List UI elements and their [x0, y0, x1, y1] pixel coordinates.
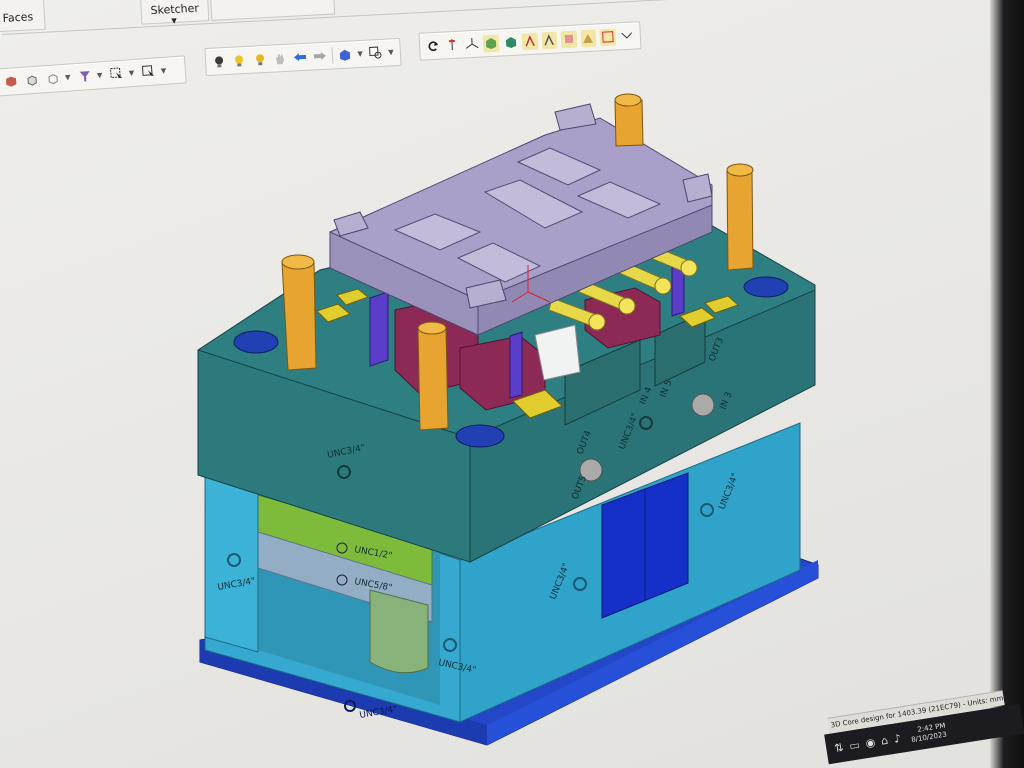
- settings-icon[interactable]: ⌂: [880, 733, 889, 747]
- chat-icon[interactable]: ▭: [848, 738, 860, 752]
- volume-icon[interactable]: ♪: [893, 731, 902, 745]
- monitor-bezel: [990, 0, 1024, 768]
- mold-model-viewport[interactable]: UNC3/4" OUT4 IN 4 OUT5 IN 5 OUT3 IN 3 UN…: [0, 0, 1024, 768]
- system-clock[interactable]: 2:42 PM 8/10/2023: [909, 722, 948, 745]
- app-icon[interactable]: ◉: [865, 735, 877, 749]
- clock-date: 8/10/2023: [910, 730, 948, 744]
- network-icon[interactable]: ⇅: [833, 740, 844, 754]
